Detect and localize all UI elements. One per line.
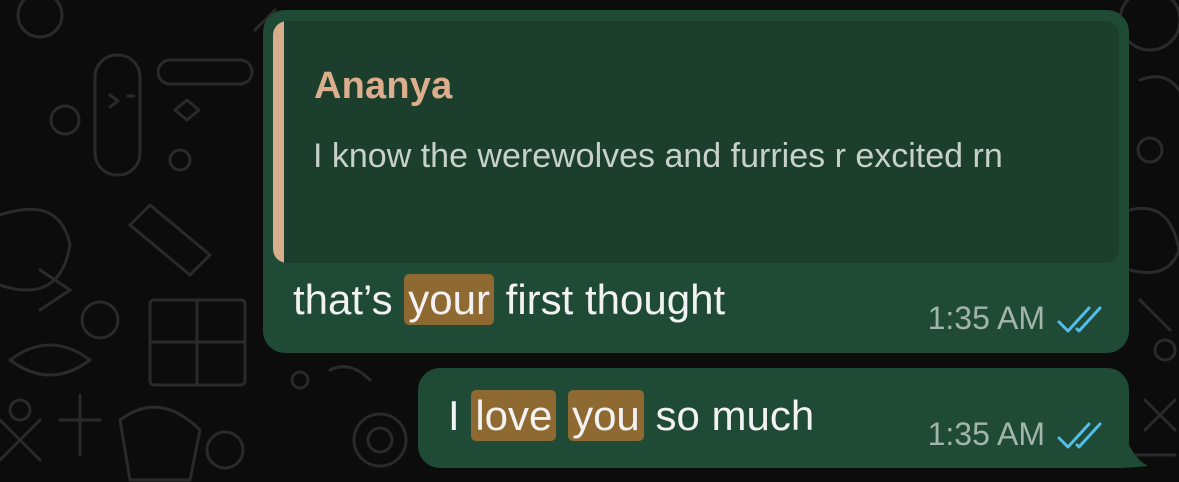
message-text-part: so much — [643, 392, 815, 439]
message-text: that’s your first thought — [293, 274, 726, 325]
message-time: 1:35 AM — [927, 300, 1045, 336]
message-text-part: that’s — [293, 276, 405, 323]
message-time: 1:35 AM — [927, 416, 1045, 452]
bubble-tail — [1110, 432, 1148, 468]
highlighted-word: your — [404, 274, 494, 325]
message-text-part — [556, 392, 568, 439]
chat-view: Ananya I know the werewolves and furries… — [0, 0, 1179, 482]
message-text: I love you so much — [448, 390, 815, 441]
highlighted-word: love — [471, 390, 557, 441]
message-meta: 1:35 AM — [928, 300, 1103, 337]
quoted-author: Ananya — [314, 65, 453, 107]
message-text-part: I — [448, 392, 472, 439]
highlighted-word: you — [568, 390, 644, 441]
quoted-text: I know the werewolves and furries r exci… — [313, 137, 1003, 175]
double-check-read-icon — [1057, 422, 1102, 448]
quote-accent-bar — [273, 21, 284, 263]
outgoing-message[interactable]: I love you so much 1:35 AM — [418, 368, 1129, 468]
quoted-message[interactable]: Ananya I know the werewolves and furries… — [273, 21, 1119, 263]
double-check-read-icon — [1057, 306, 1102, 332]
message-meta: 1:35 AM — [928, 416, 1103, 453]
outgoing-message-reply[interactable]: Ananya I know the werewolves and furries… — [263, 10, 1129, 353]
message-text-part: first thought — [494, 276, 726, 323]
